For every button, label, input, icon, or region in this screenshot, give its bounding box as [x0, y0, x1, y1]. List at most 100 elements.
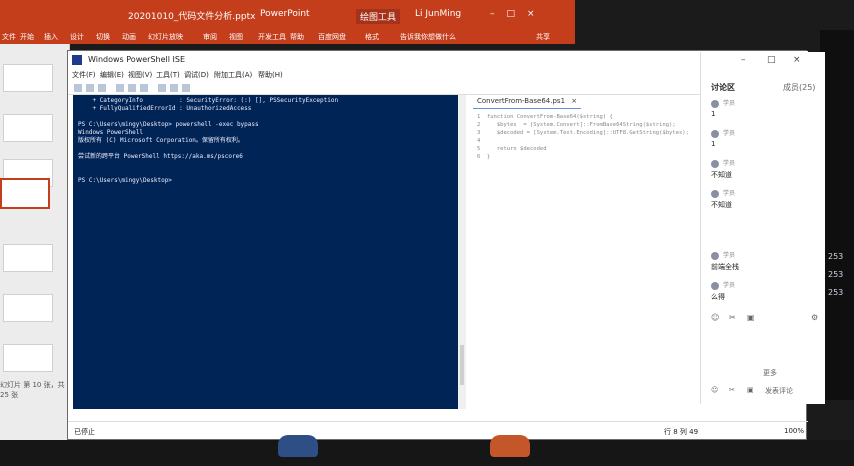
scissors-icon[interactable]: ✂ — [729, 386, 735, 394]
minimize-icon[interactable]: – — [741, 55, 746, 65]
console-prompt: PS C:\Users\mingy\Desktop> — [78, 177, 172, 184]
emoji-icon[interactable]: ☺ — [711, 386, 718, 394]
slide-thumbnail[interactable] — [3, 344, 53, 372]
console-pane[interactable]: + CategoryInfo : SecurityError: (:) [], … — [73, 95, 458, 409]
avatar — [711, 159, 719, 168]
ise-menubar: 文件(F) 编辑(E) 视图(V) 工具(T) 调试(D) 附加工具(A) 帮助… — [68, 69, 808, 81]
menu-view[interactable]: 视图(V) — [128, 70, 152, 80]
code-line: 6 } — [477, 154, 491, 160]
background-figure — [490, 435, 530, 457]
close-icon[interactable]: × — [793, 55, 801, 65]
editor-tab-label: ConvertFrom-Base64.ps1 — [477, 97, 566, 105]
status-zoom[interactable]: 100% — [784, 427, 804, 435]
ise-title: Windows PowerShell ISE — [88, 55, 185, 64]
menu-debug[interactable]: 调试(D) — [184, 70, 209, 80]
save-icon[interactable] — [98, 84, 106, 92]
code-line: 5 return $decoded — [477, 146, 547, 152]
console-line: 版权所有 (C) Microsoft Corporation。保留所有权利。 — [78, 137, 244, 144]
slide-thumbnail[interactable] — [3, 244, 53, 272]
avatar — [711, 281, 719, 290]
ppt-ribbon-tabs: 文件 开始 插入 设计 切换 动画 幻灯片放映 审阅 视图 开发工具 帮助 百度… — [0, 30, 575, 44]
close-tab-icon[interactable]: × — [571, 97, 577, 105]
copy-icon[interactable] — [128, 84, 136, 92]
tab-help[interactable]: 帮助 — [290, 32, 304, 42]
run-icon[interactable] — [158, 84, 166, 92]
menu-tools[interactable]: 工具(T) — [156, 70, 180, 80]
console-line: PS C:\Users\mingy\Desktop> powershell -e… — [78, 121, 259, 128]
stop-icon[interactable] — [182, 84, 190, 92]
cut-icon[interactable] — [116, 84, 124, 92]
console-line: 尝试新的跨平台 PowerShell https://aka.ms/pscore… — [78, 153, 243, 160]
discussion-tabs: 讨论区 成员(25) — [701, 80, 826, 94]
tab-slideshow[interactable]: 幻灯片放映 — [148, 32, 183, 42]
message-text: 不知道 — [711, 201, 732, 209]
message-author: 学员 — [711, 280, 735, 290]
console-line: + CategoryInfo : SecurityError: (:) [], … — [78, 97, 339, 104]
console-line: + FullyQualifiedErrorId : UnauthorizedAc… — [78, 105, 252, 112]
tab-discussion[interactable]: 讨论区 — [711, 82, 735, 93]
open-file-icon[interactable] — [86, 84, 94, 92]
avatar — [711, 129, 719, 138]
ppt-slide-status: 幻灯片 第 10 张，共 25 张 — [0, 381, 65, 399]
slide-thumbnail-selected[interactable] — [0, 178, 50, 209]
message-author: 学员 — [711, 158, 735, 168]
slide-thumbnail[interactable] — [3, 114, 53, 142]
avatar — [711, 189, 719, 198]
share-button[interactable]: 共享 — [536, 32, 550, 42]
scissors-icon[interactable]: ✂ — [729, 313, 736, 322]
image-icon[interactable]: ▣ — [747, 386, 754, 394]
tab-file[interactable]: 文件 — [2, 32, 16, 42]
slide-thumbnail[interactable] — [3, 294, 53, 322]
run-selection-icon[interactable] — [170, 84, 178, 92]
image-icon[interactable]: ▣ — [747, 313, 755, 322]
new-file-icon[interactable] — [74, 84, 82, 92]
console-scrollbar[interactable] — [458, 95, 466, 409]
menu-help[interactable]: 帮助(H) — [258, 70, 283, 80]
tab-home[interactable]: 开始 — [20, 32, 34, 42]
comment-input[interactable]: 发表评论 — [765, 386, 793, 396]
message-text: 1 — [711, 140, 716, 148]
script-editor[interactable] — [473, 95, 698, 421]
slide-thumbnail[interactable] — [3, 64, 53, 92]
emoji-icon[interactable]: ☺ — [711, 313, 719, 322]
tell-me-search[interactable]: 告诉我你想做什么 — [400, 32, 456, 42]
tab-transitions[interactable]: 切换 — [96, 32, 110, 42]
settings-icon[interactable]: ⚙ — [811, 313, 818, 322]
discussion-topbar: – □ × — [701, 52, 826, 70]
more-dropdown[interactable]: 更多 — [763, 368, 777, 378]
background-number: 253 — [828, 288, 844, 297]
tab-insert[interactable]: 插入 — [44, 32, 58, 42]
paste-icon[interactable] — [140, 84, 148, 92]
menu-edit[interactable]: 编辑(E) — [100, 70, 124, 80]
message-author: 学员 — [711, 250, 735, 260]
code-line: 3 $decoded = [System.Text.Encoding]::UTF… — [477, 130, 689, 136]
window-controls[interactable]: –□× — [490, 9, 547, 19]
tab-view[interactable]: 视图 — [229, 32, 243, 42]
tab-review[interactable]: 审阅 — [203, 32, 217, 42]
menu-addons[interactable]: 附加工具(A) — [214, 70, 252, 80]
ise-toolbar — [68, 81, 808, 95]
tab-developer[interactable]: 开发工具 — [258, 32, 286, 42]
maximize-icon[interactable]: □ — [767, 55, 776, 65]
tab-baidu[interactable]: 百度网盘 — [318, 32, 346, 42]
scroll-thumb[interactable] — [460, 345, 464, 385]
avatar — [711, 251, 719, 260]
message-author: 学员 — [711, 128, 735, 138]
tab-format[interactable]: 格式 — [365, 32, 379, 42]
editor-tab[interactable]: ConvertFrom-Base64.ps1 × — [473, 97, 582, 109]
tab-animations[interactable]: 动画 — [122, 32, 136, 42]
message-text: 不知道 — [711, 171, 732, 179]
ppt-app-name: PowerPoint — [260, 9, 310, 19]
code-line: 1 function ConvertFrom-Base64($string) { — [477, 114, 613, 120]
tab-members[interactable]: 成员(25) — [783, 82, 815, 93]
ppt-user-name[interactable]: Li JunMing — [415, 9, 461, 19]
ppt-tool-tab[interactable]: 绘图工具 — [356, 9, 401, 24]
discussion-footer: 更多 ☺ ✂ ▣ 发表评论 — [701, 362, 826, 404]
message-author: 学员 — [711, 98, 735, 108]
status-state: 已停止 — [74, 428, 95, 436]
menu-file[interactable]: 文件(F) — [72, 70, 96, 80]
tab-design[interactable]: 设计 — [70, 32, 84, 42]
ppt-file-title: 20201010_代码文件分析.pptx — [128, 12, 256, 22]
code-line: 4 — [477, 138, 481, 144]
console-line: Windows PowerShell — [78, 129, 144, 136]
